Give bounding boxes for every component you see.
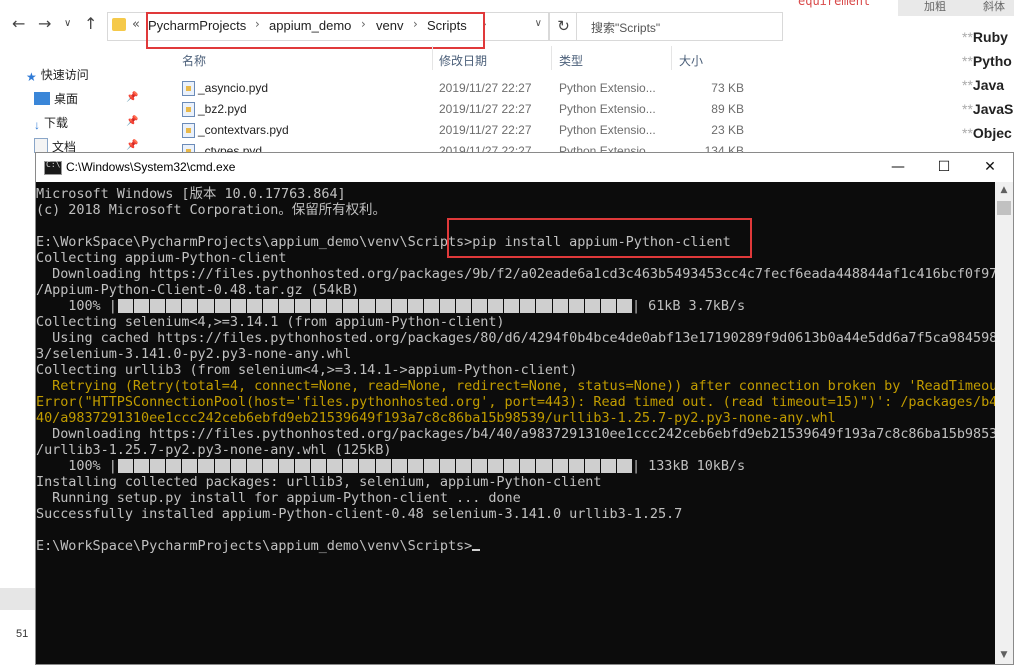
download-progress-bar [118, 459, 632, 473]
console-line: Installing collected packages: urllib3, … [36, 474, 602, 490]
close-icon[interactable]: ✕ [967, 153, 1013, 182]
left-nav-strip [0, 588, 36, 610]
desktop-icon [34, 92, 50, 105]
folder-icon [112, 18, 126, 31]
download-icon: ↓ [34, 118, 40, 132]
console-line: 100% | | 61kB 3.7kB/s [36, 298, 746, 314]
address-dropdown-icon[interactable]: ∨ [535, 18, 542, 29]
python-file-icon [182, 102, 195, 117]
star-icon: ★ [26, 70, 37, 84]
forward-arrow-icon[interactable]: → [38, 14, 51, 33]
column-header-date[interactable]: 修改日期 [439, 52, 487, 69]
document-icon [34, 138, 48, 153]
console-line: Collecting appium-Python-client [36, 250, 287, 266]
python-file-icon [182, 81, 195, 96]
background-line: **Ruby [962, 29, 1008, 45]
sidebar-item-downloads[interactable]: ↓ 下载 [34, 114, 68, 132]
scroll-thumb[interactable] [997, 201, 1011, 215]
bold-tool[interactable]: 加粗 [924, 0, 946, 14]
scroll-down-icon[interactable]: ▼ [995, 647, 1013, 664]
console-line: Successfully installed appium-Python-cli… [36, 506, 683, 522]
console-line: Collecting urllib3 (from selenium<4,>=3.… [36, 362, 578, 378]
breadcrumb-overflow[interactable]: « [132, 17, 140, 32]
refresh-icon[interactable]: ↻ [549, 12, 578, 41]
console-line: Collecting selenium<4,>=3.14.1 (from app… [36, 314, 505, 330]
background-line: **Objec [962, 125, 1012, 141]
background-line: **JavaS [962, 101, 1014, 117]
maximize-icon[interactable]: ☐ [921, 153, 967, 182]
console-line: Running setup.py install for appium-Pyth… [36, 490, 521, 506]
minimize-icon[interactable]: — [875, 153, 921, 182]
cmd-title-bar[interactable]: C:\Windows\System32\cmd.exe — ☐ ✕ [36, 153, 1013, 182]
background-toolbar: 加粗 斜体 [898, 0, 1014, 16]
file-row[interactable]: _bz2.pyd 2019/11/27 22:27 Python Extensi… [180, 99, 780, 120]
up-arrow-icon[interactable]: ↑ [84, 14, 97, 33]
console-line: Error("HTTPSConnectionPool(host='files.p… [36, 394, 995, 410]
console-line: Downloading https://files.pythonhosted.o… [36, 426, 995, 442]
console-line: Using cached https://files.pythonhosted.… [36, 330, 995, 346]
sidebar-item-quick-access[interactable]: ★ 快速访问 [26, 66, 89, 84]
console-line: 100% | | 133kB 10kB/s [36, 458, 746, 474]
sidebar-item-desktop[interactable]: 桌面 [34, 90, 78, 107]
search-box[interactable]: 搜索"Scripts" [576, 12, 783, 41]
italic-tool[interactable]: 斜体 [983, 0, 1005, 14]
pin-icon[interactable]: 📌 [126, 92, 138, 103]
console-line: Retrying (Retry(total=4, connect=None, r… [36, 378, 995, 394]
console-scrollbar[interactable]: ▲ ▼ [995, 182, 1013, 664]
console-line: Downloading https://files.pythonhosted.o… [36, 266, 995, 282]
console-line: Microsoft Windows [版本 10.0.17763.864] [36, 186, 346, 202]
recent-dropdown-icon[interactable]: ∨ [64, 18, 71, 29]
file-row[interactable]: _contextvars.pyd 2019/11/27 22:27 Python… [180, 120, 780, 141]
pin-icon[interactable]: 📌 [126, 116, 138, 127]
column-divider[interactable] [551, 46, 552, 70]
background-line: **Java [962, 77, 1005, 93]
search-input[interactable]: 搜索"Scripts" [591, 19, 660, 36]
cmd-window-title: C:\Windows\System32\cmd.exe [66, 160, 236, 174]
console-line: /urllib3-1.25.7-py2.py3-none-any.whl (12… [36, 442, 392, 458]
background-line: **Pytho [962, 53, 1012, 69]
column-divider[interactable] [671, 46, 672, 70]
column-header-size[interactable]: 大小 [679, 52, 703, 69]
background-red-text: equirement [798, 0, 871, 8]
console-line: 3/selenium-3.141.0-py2.py3-none-any.whl [36, 346, 352, 362]
scroll-up-icon[interactable]: ▲ [995, 182, 1013, 199]
file-row[interactable]: _asyncio.pyd 2019/11/27 22:27 Python Ext… [180, 78, 780, 99]
console-line: (c) 2018 Microsoft Corporation。保留所有权利。 [36, 202, 386, 218]
progress-label: | 133kB 10kB/s [632, 458, 746, 474]
breadcrumb-highlight [146, 12, 485, 49]
console-line: E:\WorkSpace\PycharmProjects\appium_demo… [36, 538, 481, 554]
back-arrow-icon[interactable]: ← [12, 14, 25, 33]
column-header-name[interactable]: 名称 [182, 52, 206, 69]
console-icon [44, 160, 62, 175]
python-file-icon [182, 123, 195, 138]
command-highlight [447, 218, 752, 258]
column-header-type[interactable]: 类型 [559, 52, 583, 69]
item-count: 51 [16, 628, 29, 640]
progress-label: | 61kB 3.7kB/s [632, 298, 746, 314]
column-divider[interactable] [432, 46, 433, 70]
console-line: 40/a9837291310ee1ccc242ceb6ebfd9eb215396… [36, 410, 836, 426]
text-cursor [472, 549, 481, 551]
pin-icon[interactable]: 📌 [126, 140, 138, 151]
download-progress-bar [118, 299, 632, 313]
console-line: /Appium-Python-Client-0.48.tar.gz (54kB) [36, 282, 360, 298]
